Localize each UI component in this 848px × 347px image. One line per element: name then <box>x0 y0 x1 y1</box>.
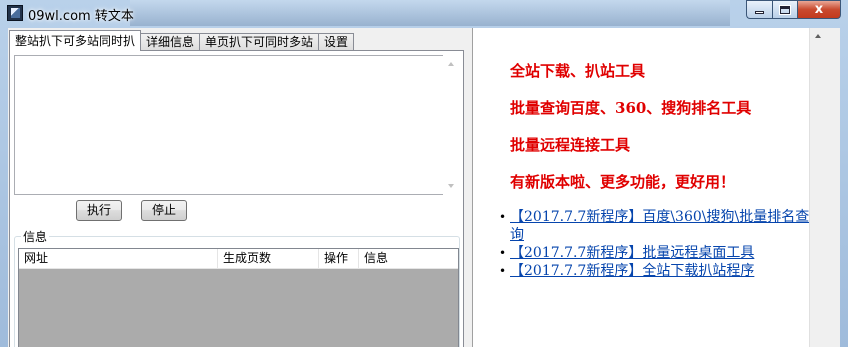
execute-button[interactable]: 执行 <box>76 200 122 221</box>
tab-strip: 整站扒下可多站同时扒 详细信息 单页扒下可同时多站 设置 <box>9 30 355 51</box>
results-listview[interactable]: 网址 生成页数 操作 信息 <box>18 248 459 347</box>
promo-site-download: 全站下载、扒站工具 <box>510 62 646 80</box>
column-header-url[interactable]: 网址 <box>19 249 218 269</box>
close-button[interactable]: x <box>797 0 841 19</box>
window-controls: x <box>746 0 841 19</box>
ad-pane-scrollbar[interactable] <box>809 28 826 347</box>
promo-new-version: 有新版本啦、更多功能，更好用！ <box>510 173 736 191</box>
app-window: 09wl.com 转文本 x 整站扒下可多站同时扒 详细信息 单页扒下可同时多站… <box>0 0 848 347</box>
minimize-button[interactable] <box>746 0 772 19</box>
promo-link-list: • 【2017.7.7新程序】百度\360\搜狗\批量排名查询 • 【2017.… <box>499 208 815 280</box>
column-header-pages[interactable]: 生成页数 <box>218 249 319 269</box>
tab-whole-site[interactable]: 整站扒下可多站同时扒 <box>9 30 142 51</box>
listview-header: 网址 生成页数 操作 信息 <box>19 249 458 269</box>
list-item: • 【2017.7.7新程序】全站下载扒站程序 <box>499 262 815 280</box>
app-icon[interactable] <box>7 5 23 21</box>
promo-remote-connect: 批量远程连接工具 <box>510 136 631 154</box>
tab-panel-whole-site: 执行 停止 信息 网址 生成页数 操作 信息 <box>9 50 464 347</box>
window-title: 09wl.com 转文本 <box>28 9 134 24</box>
stop-button[interactable]: 停止 <box>141 200 187 221</box>
info-groupbox: 信息 网址 生成页数 操作 信息 <box>14 228 460 347</box>
tab-settings[interactable]: 设置 <box>319 33 355 51</box>
link-remote-desktop[interactable]: 【2017.7.7新程序】批量远程桌面工具 <box>510 245 754 261</box>
list-item: • 【2017.7.7新程序】百度\360\搜狗\批量排名查询 <box>499 208 815 244</box>
column-header-action[interactable]: 操作 <box>319 249 359 269</box>
tab-details[interactable]: 详细信息 <box>141 33 201 51</box>
list-item: • 【2017.7.7新程序】批量远程桌面工具 <box>499 244 815 262</box>
title-bar-background <box>130 0 730 26</box>
promo-rank-query: 批量查询百度、360、搜狗排名工具 <box>510 99 752 117</box>
bullet-icon: • <box>499 264 507 278</box>
maximize-button[interactable] <box>772 0 797 19</box>
close-icon: x <box>814 2 824 17</box>
link-rank-query[interactable]: 【2017.7.7新程序】百度\360\搜狗\批量排名查询 <box>510 209 809 243</box>
bullet-icon: • <box>499 210 507 224</box>
scroll-up-arrow-icon[interactable] <box>815 34 821 38</box>
url-input-textarea[interactable] <box>14 55 460 195</box>
column-header-info[interactable]: 信息 <box>359 249 458 269</box>
bullet-icon: • <box>499 246 507 260</box>
title-bar[interactable]: 09wl.com 转文本 x <box>0 0 848 28</box>
info-group-label: 信息 <box>21 228 50 245</box>
link-site-download[interactable]: 【2017.7.7新程序】全站下载扒站程序 <box>510 263 754 279</box>
maximize-icon <box>779 4 791 15</box>
ad-browser-pane: 全站下载、扒站工具 批量查询百度、360、搜狗排名工具 批量远程连接工具 有新版… <box>472 28 826 347</box>
minimize-icon <box>755 11 764 14</box>
client-area: 整站扒下可多站同时扒 详细信息 单页扒下可同时多站 设置 执行 停止 信息 网址 <box>8 28 840 347</box>
tab-single-page[interactable]: 单页扒下可同时多站 <box>200 33 320 51</box>
